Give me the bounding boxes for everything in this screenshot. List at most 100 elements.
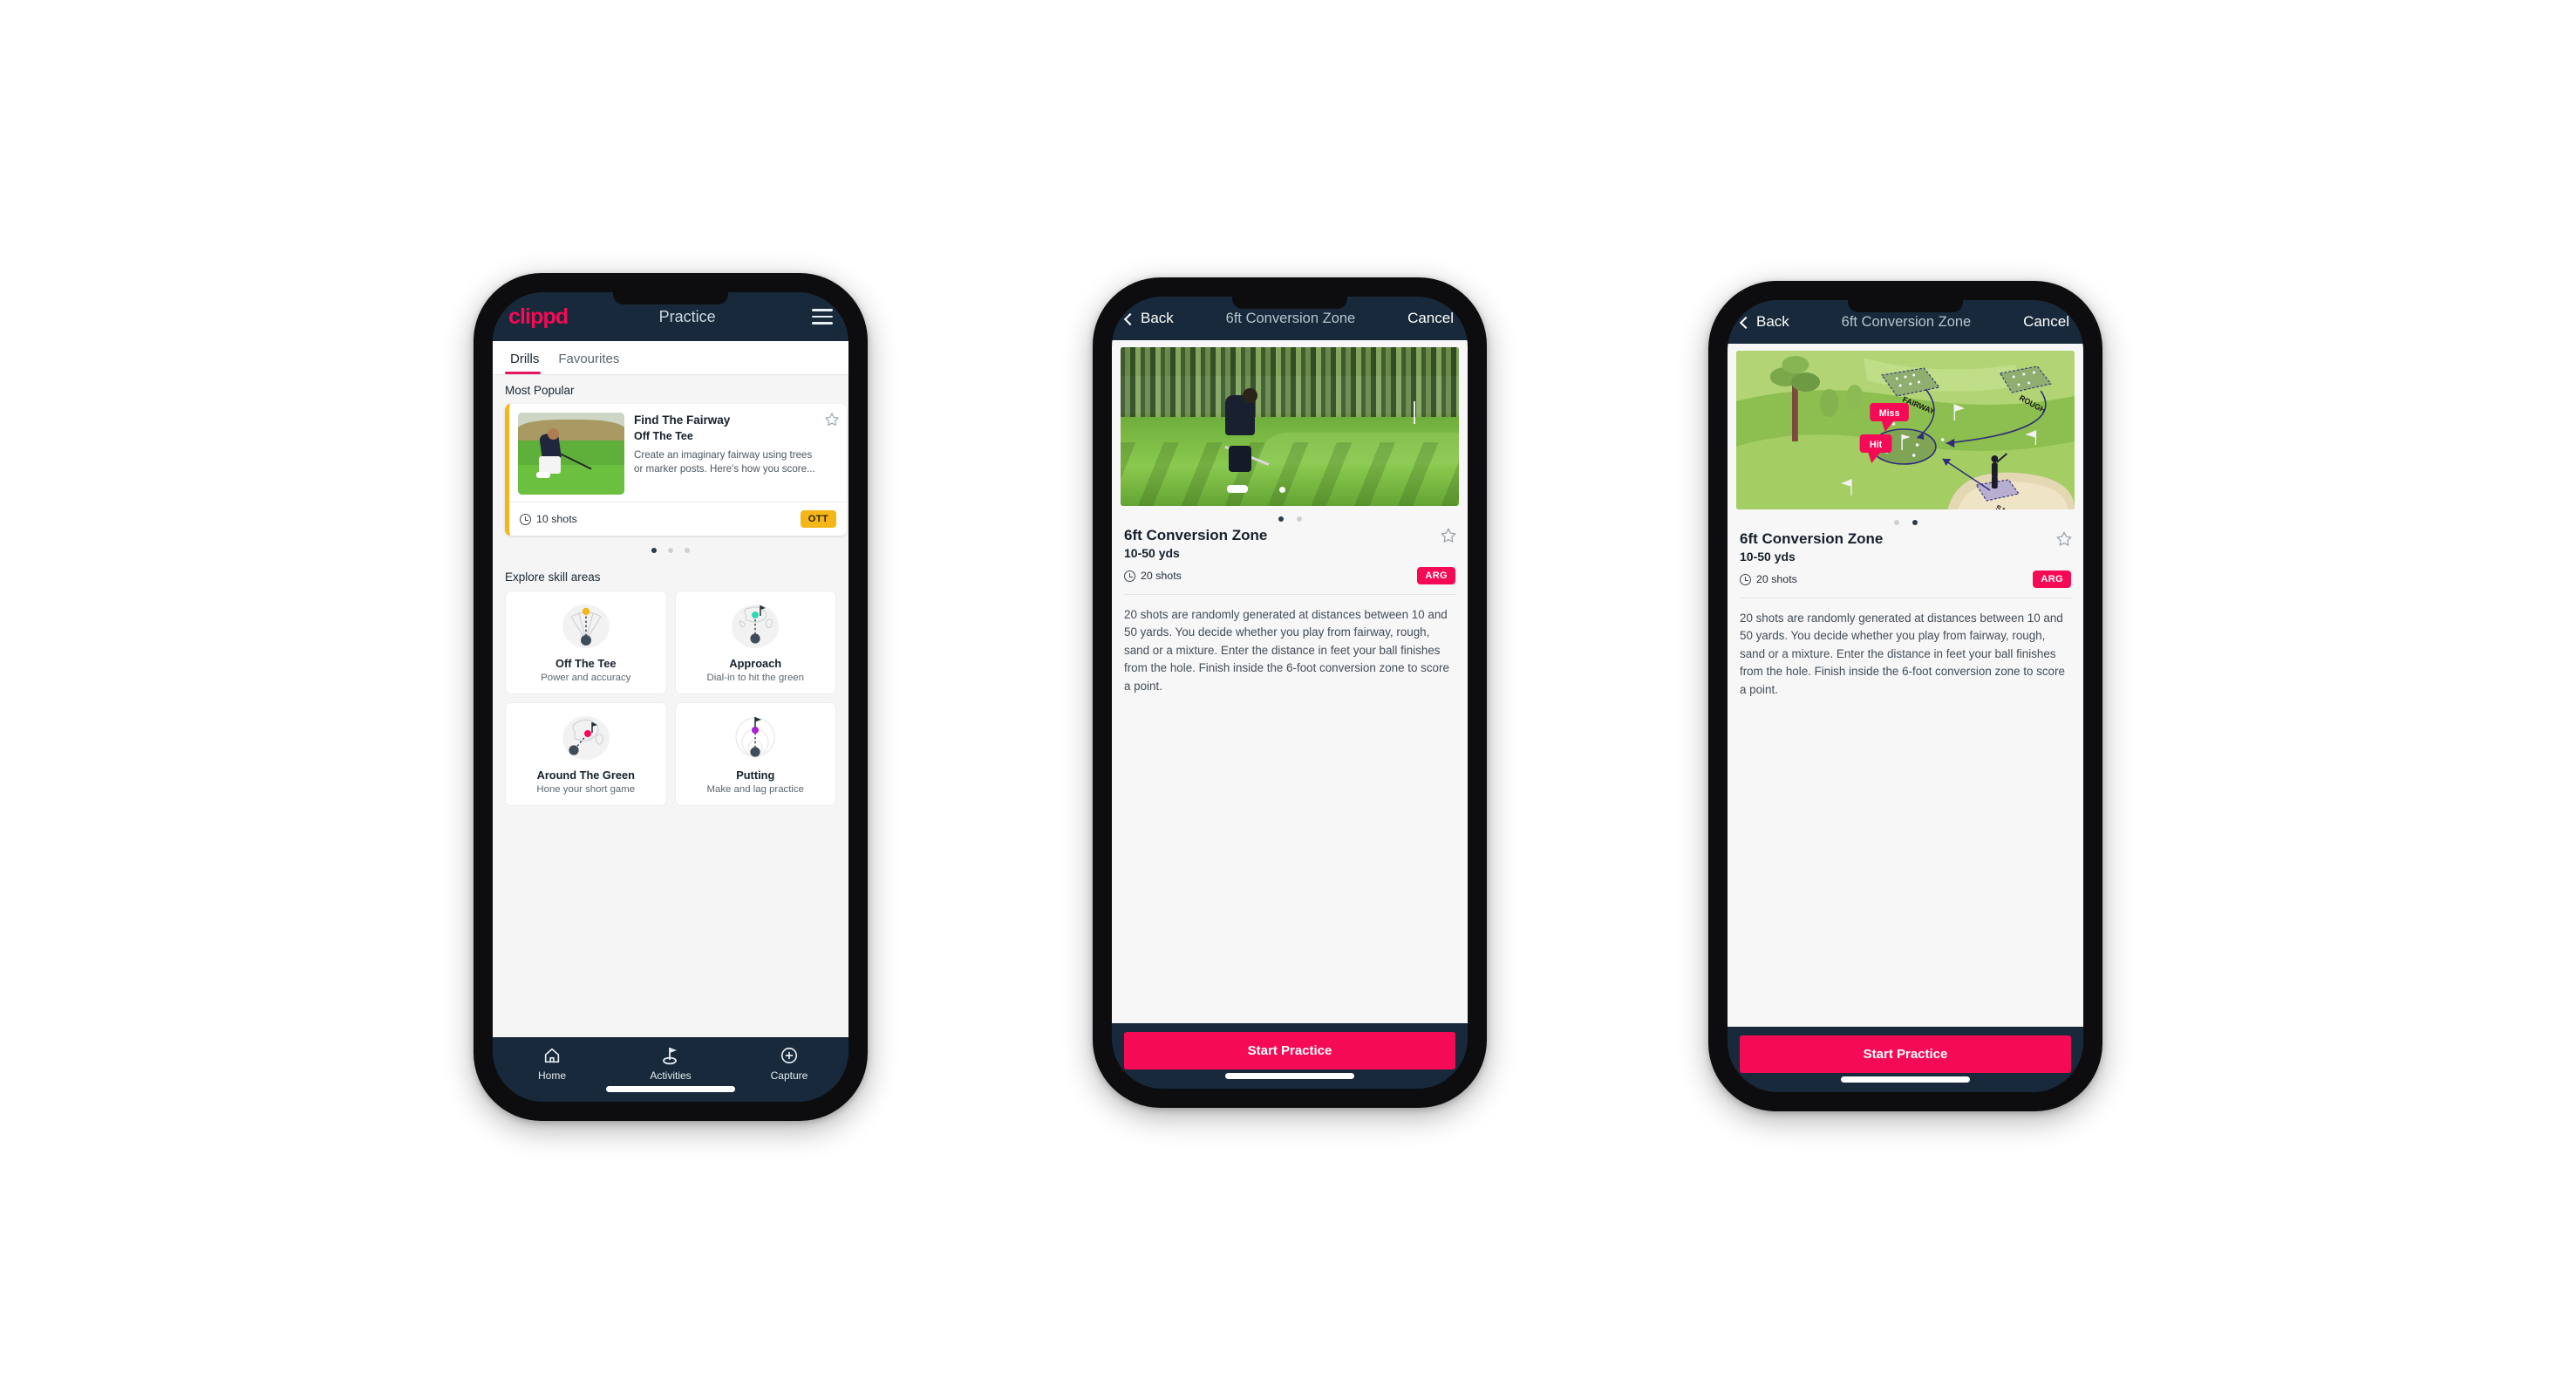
star-outline-icon[interactable] — [1440, 527, 1457, 544]
star-outline-icon[interactable] — [824, 412, 840, 427]
notch — [1232, 297, 1347, 309]
start-practice-button[interactable]: Start Practice — [1740, 1035, 2071, 1073]
off-the-tee-icon — [511, 601, 661, 652]
drill-meta-row: 20 shots ARG — [1740, 571, 2071, 588]
drill-shots: 20 shots — [1740, 573, 1797, 585]
drill-thumbnail — [518, 413, 624, 495]
back-button-label: Back — [1141, 310, 1174, 326]
notch — [613, 292, 728, 304]
carousel-dot[interactable] — [1893, 520, 1899, 525]
drill-distance: 10-50 yds — [1124, 546, 1180, 560]
star-outline-icon[interactable] — [2055, 530, 2073, 548]
back-button[interactable]: Back — [1739, 313, 1789, 331]
home-indicator — [606, 1086, 735, 1092]
skill-card-desc: Power and accuracy — [541, 673, 631, 683]
status-badge-arg: ARG — [1417, 567, 1455, 584]
chevron-left-icon — [1123, 312, 1137, 325]
drill-title: 6ft Conversion Zone — [1124, 527, 1268, 543]
tab-bar: Drills Favourites — [493, 341, 848, 375]
carousel-dot[interactable] — [1912, 520, 1918, 525]
drill-description: 20 shots are randomly generated at dista… — [1740, 612, 2065, 696]
carousel-dot[interactable] — [1278, 516, 1284, 522]
drill-title: Find The Fairway — [634, 413, 731, 427]
carousel-dot[interactable] — [1296, 516, 1302, 522]
bottom-nav-label: Home — [537, 1069, 566, 1082]
skill-card-off-the-tee[interactable]: Off The Tee Power and accuracy — [505, 591, 667, 694]
drill-meta-row: 20 shots ARG — [1124, 567, 1455, 584]
skill-card-title: Approach — [729, 657, 782, 670]
phone-screen: clippd Practice Drills Favourites Most P… — [493, 292, 848, 1102]
spacer — [1728, 698, 2083, 1027]
drill-shots: 20 shots — [1124, 570, 1182, 582]
cancel-button[interactable]: Cancel — [1407, 310, 1454, 327]
drill-shots-label: 20 shots — [1141, 570, 1182, 582]
tab-drills[interactable]: Drills — [505, 341, 553, 374]
skill-card-title: Putting — [736, 769, 775, 782]
clock-icon — [1740, 573, 1751, 585]
drill-detail-header: 6ft Conversion Zone 10-50 yds 20 shots A… — [1728, 530, 2083, 588]
back-button-label: Back — [1756, 313, 1789, 330]
start-practice-button[interactable]: Start Practice — [1124, 1032, 1455, 1069]
hamburger-menu-icon[interactable] — [812, 309, 833, 325]
around-the-green-icon — [511, 713, 661, 763]
drill-shots-label: 10 shots — [536, 513, 577, 525]
putting-icon — [681, 713, 831, 763]
clock-icon — [1124, 570, 1135, 582]
nav-title: 6ft Conversion Zone — [1225, 310, 1356, 326]
drill-title: 6ft Conversion Zone — [1740, 530, 1884, 547]
skill-card-desc: Dial-in to hit the green — [706, 673, 804, 683]
bottom-nav-capture[interactable]: Capture — [730, 1045, 848, 1082]
page-title: Practice — [658, 307, 716, 325]
golf-flag-icon — [611, 1045, 730, 1066]
scroll-area[interactable]: Most Popular Find The Fairway Off The Te… — [493, 375, 848, 1037]
skill-card-title: Off The Tee — [555, 657, 617, 670]
section-label-most-popular: Most Popular — [505, 384, 575, 397]
svg-text:Miss: Miss — [1879, 408, 1900, 419]
carousel-dot[interactable] — [668, 548, 673, 553]
skill-card-around-the-green[interactable]: Around The Green Hone your short game — [505, 702, 667, 806]
tab-favourites[interactable]: Favourites — [553, 341, 633, 374]
notch — [1848, 300, 1963, 312]
drill-description: Create an imaginary fairway using trees … — [634, 448, 815, 475]
section-label-explore: Explore skill areas — [505, 571, 601, 584]
back-button[interactable]: Back — [1123, 310, 1174, 327]
svg-text:Hit: Hit — [1870, 440, 1883, 450]
media-carousel-dots[interactable] — [1728, 509, 2083, 530]
media-carousel-dots[interactable] — [1112, 506, 1468, 527]
skill-card-approach[interactable]: Approach Dial-in to hit the green — [674, 591, 836, 694]
detail-body: 6ft Conversion Zone 10-50 yds 20 shots A… — [1112, 340, 1468, 1023]
skill-card-desc: Hone your short game — [536, 784, 636, 795]
carousel-dot[interactable] — [685, 548, 690, 553]
skill-card-putting[interactable]: Putting Make and lag practice — [674, 702, 836, 806]
bottom-nav-home[interactable]: Home — [493, 1045, 611, 1082]
phone-mockup-drill-detail-photo: Back 6ft Conversion Zone Cancel 6ft Conv… — [1093, 277, 1487, 1108]
cancel-button[interactable]: Cancel — [2023, 313, 2069, 331]
detail-body: FAIRWAY ROUGH SAND — [1728, 344, 2083, 1027]
drill-shots-label: 20 shots — [1756, 573, 1797, 585]
drill-carousel[interactable]: Find The Fairway Off The Tee Create an i… — [493, 404, 848, 536]
phone-screen: Back 6ft Conversion Zone Cancel — [1728, 300, 2083, 1092]
drill-detail-header: 6ft Conversion Zone 10-50 yds 20 shots A… — [1112, 527, 1468, 584]
carousel-dot[interactable] — [651, 548, 657, 553]
chevron-left-icon — [1739, 316, 1753, 329]
drill-shots: 10 shots — [520, 513, 577, 525]
status-badge-arg: ARG — [2033, 571, 2071, 588]
drill-description: 20 shots are randomly generated at dista… — [1124, 608, 1449, 693]
clippd-logo[interactable]: clippd — [508, 305, 569, 328]
spacer — [1112, 694, 1468, 1023]
phone-mockup-practice-list: clippd Practice Drills Favourites Most P… — [474, 273, 868, 1121]
drill-illustration[interactable]: FAIRWAY ROUGH SAND — [1736, 351, 2075, 509]
skill-area-grid: Off The Tee Power and accuracy Approach … — [493, 591, 848, 816]
home-indicator — [1841, 1076, 1970, 1083]
approach-icon — [681, 601, 831, 652]
drill-card[interactable]: Find The Fairway Off The Tee Create an i… — [505, 404, 847, 536]
carousel-dots[interactable] — [493, 536, 848, 562]
skill-card-desc: Make and lag practice — [706, 784, 804, 795]
phone-screen: Back 6ft Conversion Zone Cancel — [1112, 297, 1468, 1089]
screenshot-canvas: clippd Practice Drills Favourites Most P… — [0, 0, 2576, 1387]
drill-photo[interactable] — [1121, 347, 1459, 506]
drill-card-footer: 10 shots OTT — [509, 502, 847, 536]
status-badge-ott: OTT — [800, 510, 836, 528]
home-indicator — [1225, 1073, 1354, 1079]
bottom-nav-activities[interactable]: Activities — [611, 1045, 730, 1082]
